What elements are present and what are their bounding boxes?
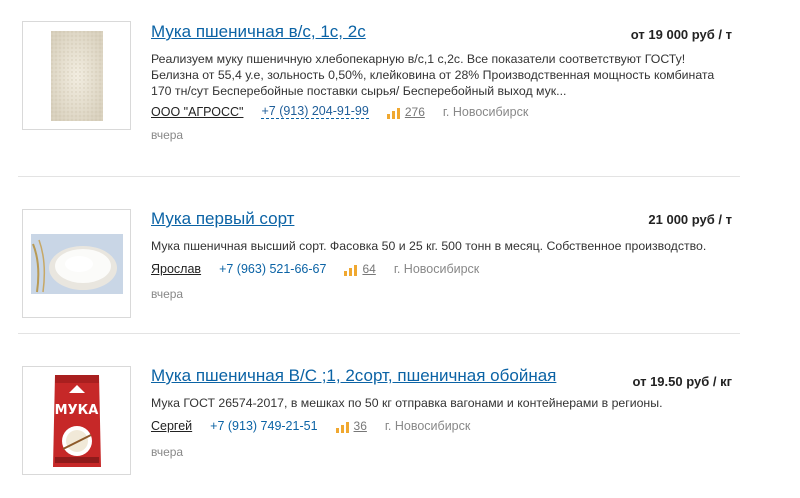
listing-price: от 19 000 руб / т [630, 27, 732, 42]
views-count: 276 [404, 104, 425, 119]
listing-price: 21 000 руб / т [648, 212, 732, 227]
listing-city: г. Новосибирск [393, 262, 480, 276]
listing-meta: ООО "АГРОСС" +7 (913) 204-91-99 276 г. Н… [151, 104, 528, 119]
listing-description: Реализуем муку пшеничную хлебопекарную в… [151, 52, 715, 98]
views-count: 36 [353, 419, 367, 433]
listing-thumbnail[interactable]: МУКА [22, 366, 131, 475]
views-stats[interactable]: 276 [386, 104, 425, 119]
listing-thumbnail[interactable] [22, 21, 131, 130]
listing-meta: Ярослав +7 (963) 521-66-67 64 г. Новосиб… [151, 262, 479, 276]
phone-link[interactable]: +7 (913) 749-21-51 [210, 419, 317, 433]
phone-link[interactable]: +7 (963) 521-66-67 [219, 262, 326, 276]
listing-date: вчера [151, 287, 184, 301]
listing-meta: Сергей +7 (913) 749-21-51 36 г. Новосиби… [151, 419, 470, 433]
listing-city: г. Новосибирск [384, 419, 471, 433]
stats-bars-icon [344, 265, 358, 276]
flour-bag-image [52, 374, 101, 467]
views-stats[interactable]: 36 [335, 419, 367, 433]
listing-divider [18, 176, 740, 177]
listing-city: г. Новосибирск [442, 104, 529, 119]
views-count: 64 [362, 262, 376, 276]
listing-description: Мука пшеничная высший сорт. Фасовка 50 и… [151, 239, 707, 253]
listing-title[interactable]: Мука пшеничная в/с, 1с, 2с [151, 22, 366, 42]
stats-bars-icon [335, 422, 349, 433]
views-stats[interactable]: 64 [344, 262, 376, 276]
flour-closeup-image [50, 30, 103, 121]
listing-price: от 19.50 руб / кг [632, 374, 732, 389]
listing-thumbnail[interactable] [22, 209, 131, 318]
listing-title[interactable]: Мука первый сорт [151, 209, 294, 229]
bag-label: МУКА [54, 403, 99, 418]
seller-link[interactable]: Ярослав [151, 262, 201, 276]
listing-description: Мука ГОСТ 26574-2017, в мешках по 50 кг … [151, 396, 663, 410]
listing-divider [18, 333, 740, 334]
listing-date: вчера [151, 445, 184, 459]
seller-link[interactable]: ООО "АГРОСС" [151, 105, 243, 119]
listing-title[interactable]: Мука пшеничная В/С ;1, 2сорт, пшеничная … [151, 366, 556, 386]
stats-bars-icon [386, 107, 400, 119]
phone-link[interactable]: +7 (913) 204-91-99 [261, 104, 369, 119]
seller-link[interactable]: Сергей [151, 419, 192, 433]
flour-bowl-image [30, 233, 123, 294]
listing-date: вчера [151, 128, 184, 142]
